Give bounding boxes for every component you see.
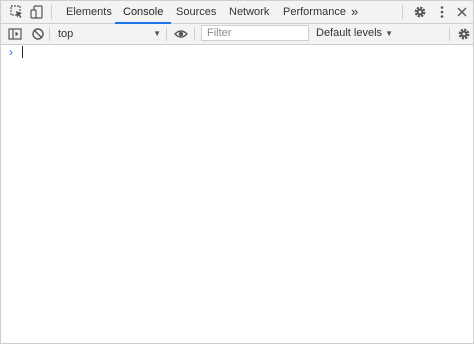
tab-elements[interactable]: Elements xyxy=(66,1,112,23)
more-tabs-button[interactable]: » xyxy=(351,1,358,23)
devtools-tabbar: Elements Console Sources Network Perform… xyxy=(1,1,473,24)
eye-icon[interactable] xyxy=(173,26,189,42)
log-levels-label: Default levels xyxy=(316,27,383,39)
log-levels-dropdown[interactable]: Default levels ▼ xyxy=(316,27,393,39)
tab-sources[interactable]: Sources xyxy=(176,1,216,23)
sidebar-toggle-icon[interactable] xyxy=(7,26,23,42)
tabbar-divider xyxy=(51,5,52,19)
dropdown-arrow-icon: ▼ xyxy=(385,29,394,38)
console-toolbar: top ▼ Default levels ▼ xyxy=(1,24,473,45)
toolbar-divider xyxy=(449,27,450,41)
tab-network[interactable]: Network xyxy=(229,1,269,23)
clear-console-icon[interactable] xyxy=(30,26,46,42)
prompt-chevron-icon: › xyxy=(9,45,13,59)
toolbar-divider xyxy=(49,27,50,41)
tab-console[interactable]: Console xyxy=(114,1,172,24)
filter-input[interactable] xyxy=(201,25,309,41)
console-prompt[interactable]: › xyxy=(1,45,473,59)
device-toolbar-icon[interactable] xyxy=(29,4,45,20)
close-icon[interactable] xyxy=(454,4,470,20)
tab-performance[interactable]: Performance xyxy=(283,1,346,23)
console-output[interactable]: › xyxy=(1,45,473,342)
context-selector[interactable]: top ▼ xyxy=(51,25,163,43)
toolbar-divider xyxy=(194,27,195,41)
dropdown-arrow-icon: ▼ xyxy=(153,29,161,38)
inspect-element-icon[interactable] xyxy=(9,4,25,20)
kebab-menu-icon[interactable] xyxy=(434,4,450,20)
toolbar-divider xyxy=(166,27,167,41)
context-selector-value: top xyxy=(58,28,74,40)
text-caret xyxy=(22,46,23,58)
tabbar-divider xyxy=(402,5,403,19)
gear-icon[interactable] xyxy=(412,4,428,20)
console-settings-gear-icon[interactable] xyxy=(456,26,472,42)
